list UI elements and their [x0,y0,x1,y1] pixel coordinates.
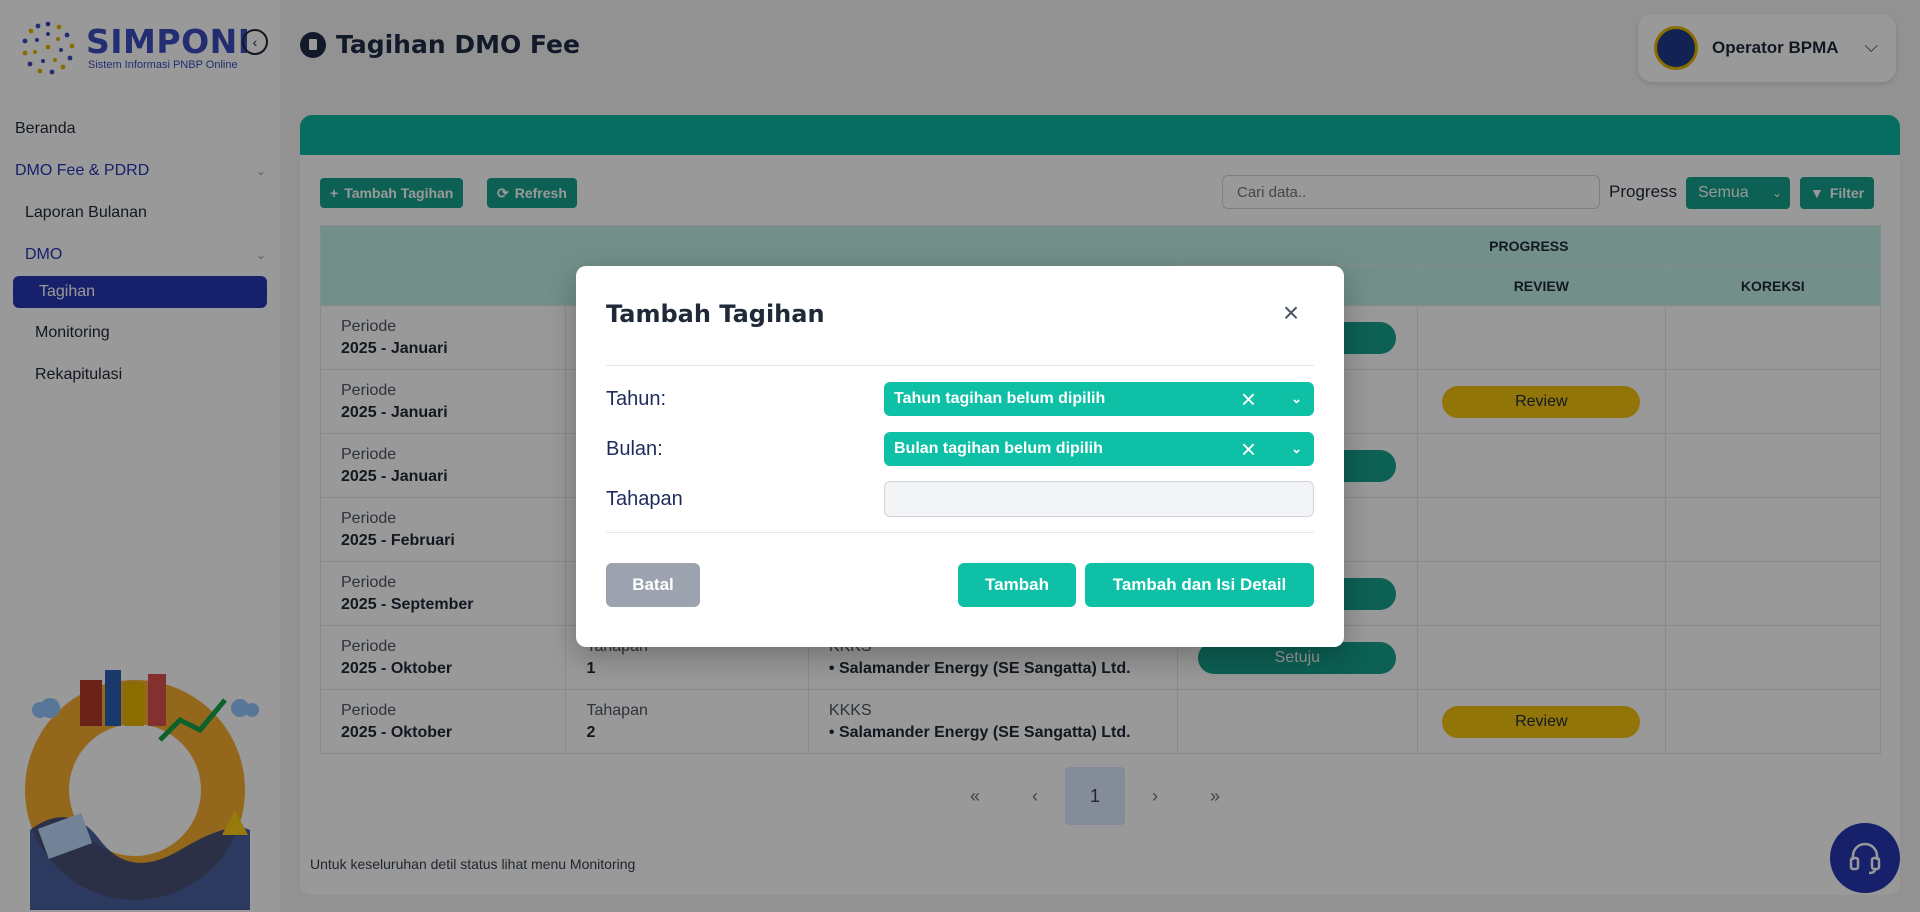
add-and-fill-detail-button[interactable]: Tambah dan Isi Detail [1085,563,1314,607]
chevron-down-icon: ⌄ [1291,441,1302,456]
month-select[interactable]: Bulan tagihan belum dipilih × ⌄ [884,432,1314,466]
year-label: Tahun: [606,388,667,410]
month-label: Bulan: [606,438,663,460]
cancel-button[interactable]: Batal [606,563,700,607]
month-select-value: Bulan tagihan belum dipilih [894,440,1103,457]
divider [606,365,1314,366]
modal-title: Tambah Tagihan [606,300,825,328]
close-icon[interactable]: × [1278,299,1304,327]
year-select[interactable]: Tahun tagihan belum dipilih × ⌄ [884,382,1314,416]
add-tagihan-modal: Tambah Tagihan × Tahun: Tahun tagihan be… [576,266,1344,647]
add-button[interactable]: Tambah [958,563,1076,607]
stage-label: Tahapan [606,488,683,510]
clear-icon[interactable]: × [1241,384,1256,415]
divider [606,532,1314,533]
clear-icon[interactable]: × [1241,434,1256,465]
chevron-down-icon: ⌄ [1291,391,1302,406]
year-select-value: Tahun tagihan belum dipilih [894,390,1106,407]
stage-field[interactable] [884,481,1314,517]
